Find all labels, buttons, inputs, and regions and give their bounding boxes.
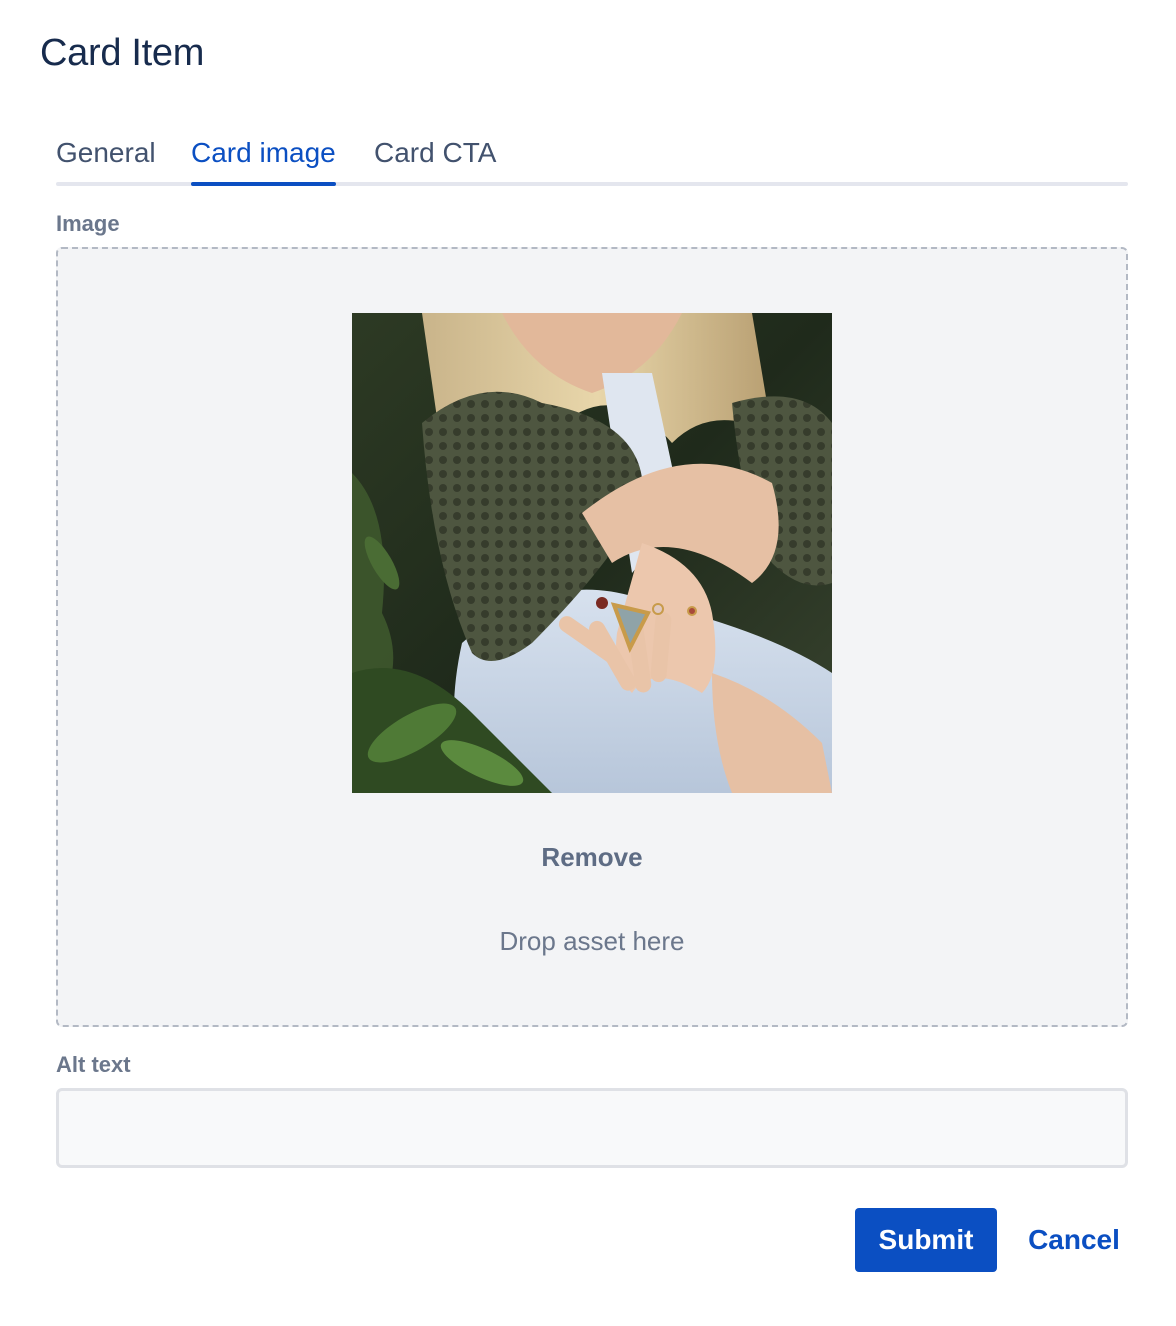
cancel-button[interactable]: Cancel [1014, 1208, 1134, 1272]
image-preview [352, 313, 832, 793]
alt-text-field-label: Alt text [56, 1052, 131, 1077]
tab-card-image[interactable]: Card image [191, 128, 336, 186]
dialog-title: Card Item [40, 32, 205, 74]
tab-card-cta[interactable]: Card CTA [374, 128, 496, 186]
image-field-label: Image [56, 211, 120, 236]
submit-button[interactable]: Submit [855, 1208, 997, 1272]
tab-bar: General Card image Card CTA [56, 128, 1128, 186]
asset-dropzone[interactable]: Remove Drop asset here [56, 247, 1128, 1027]
remove-image-link[interactable]: Remove [58, 840, 1126, 874]
alt-text-input[interactable] [56, 1088, 1128, 1168]
drop-asset-hint: Drop asset here [499, 926, 685, 956]
tab-general[interactable]: General [56, 128, 156, 186]
